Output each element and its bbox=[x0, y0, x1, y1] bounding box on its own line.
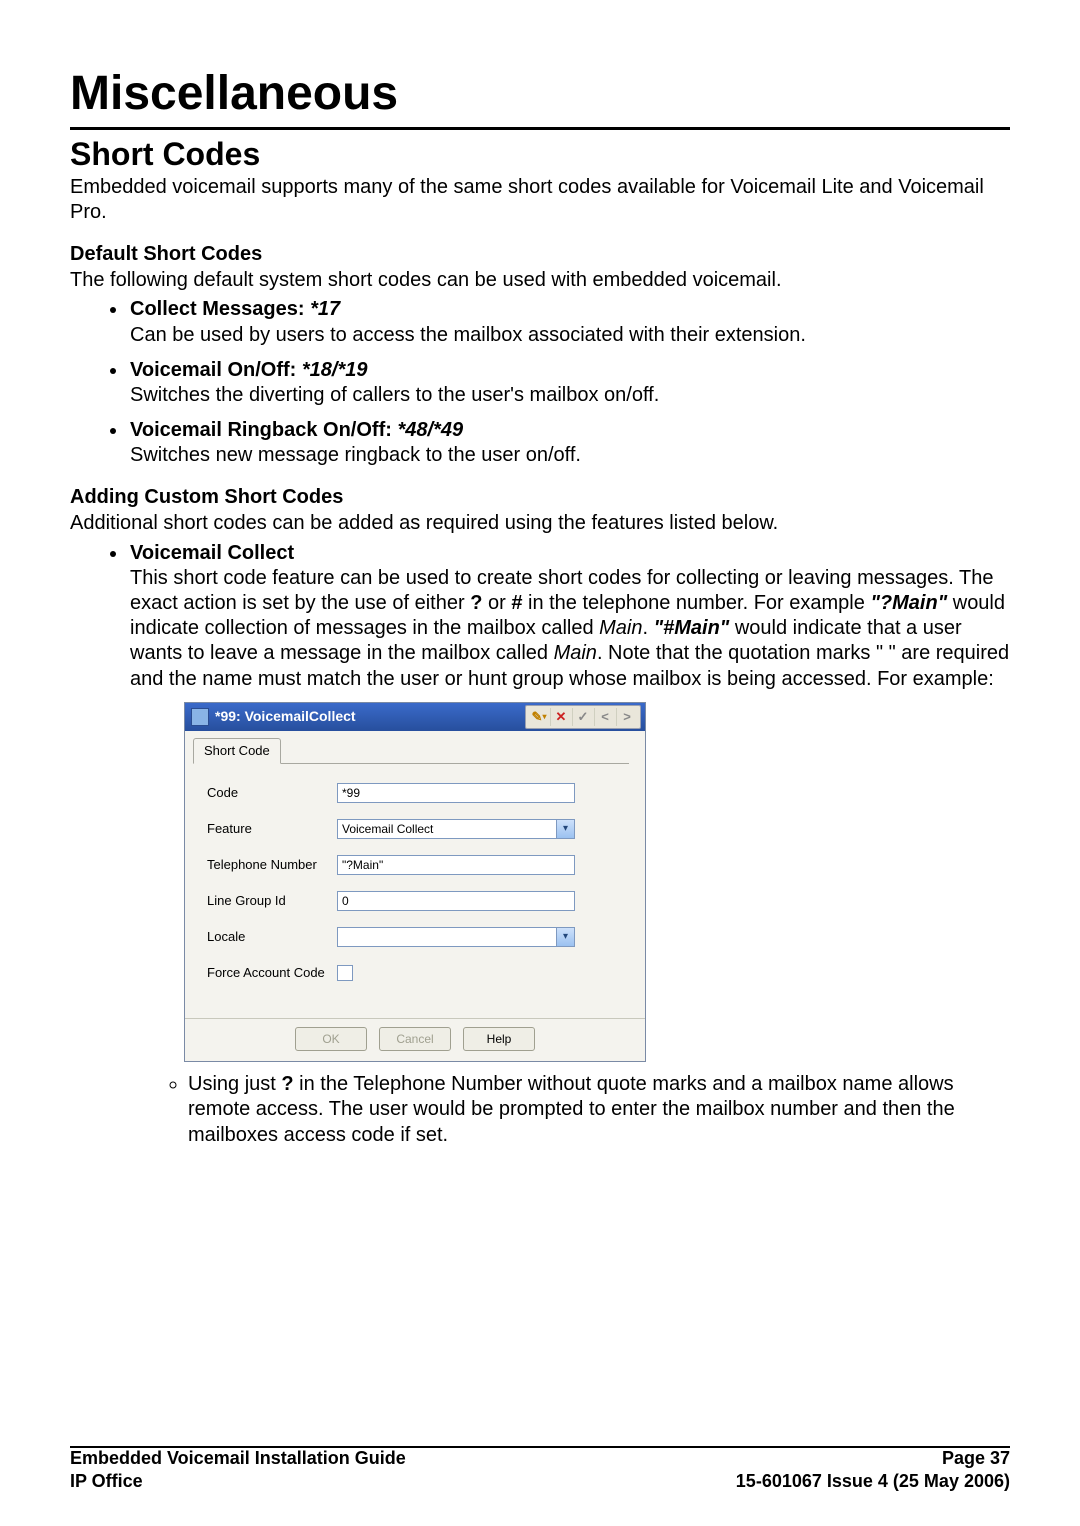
ok-button[interactable]: OK bbox=[295, 1027, 367, 1051]
subheading-default-codes: Default Short Codes bbox=[70, 243, 1010, 266]
section-title-h2: Short Codes bbox=[70, 136, 1010, 173]
default-codes-list: Collect Messages: *17 Can be used by use… bbox=[70, 297, 1010, 468]
feature-select[interactable]: Voicemail Collect ▾ bbox=[337, 819, 575, 839]
item-label: Collect Messages: bbox=[130, 298, 305, 320]
next-icon[interactable]: > bbox=[616, 708, 637, 726]
item-label: Voicemail Collect bbox=[130, 542, 294, 564]
list-item: Using just ? in the Telephone Number wit… bbox=[188, 1072, 1010, 1148]
list-item-voicemail-collect: Voicemail Collect This short code featur… bbox=[128, 541, 1010, 1148]
intro-paragraph: Embedded voicemail supports many of the … bbox=[70, 175, 1010, 225]
dialog-title: *99: VoicemailCollect bbox=[215, 708, 356, 726]
help-button[interactable]: Help bbox=[463, 1027, 535, 1051]
item-label: Voicemail Ringback On/Off: bbox=[130, 419, 392, 441]
item-label: Voicemail On/Off: bbox=[130, 359, 296, 381]
chevron-down-icon: ▾ bbox=[556, 928, 574, 946]
label-line-group-id: Line Group Id bbox=[207, 893, 337, 909]
subheading-custom-codes: Adding Custom Short Codes bbox=[70, 486, 1010, 509]
close-icon[interactable]: ✕ bbox=[550, 708, 571, 726]
short-code-dialog: *99: VoicemailCollect ✎▾ ✕ ✓ < > Short C… bbox=[184, 702, 646, 1062]
prev-icon[interactable]: < bbox=[594, 708, 615, 726]
label-code: Code bbox=[207, 785, 337, 801]
telephone-number-input[interactable] bbox=[337, 855, 575, 875]
chevron-down-icon: ▾ bbox=[556, 820, 574, 838]
tab-short-code[interactable]: Short Code bbox=[193, 738, 281, 764]
rule-under-h1 bbox=[70, 127, 1010, 130]
label-telephone-number: Telephone Number bbox=[207, 857, 337, 873]
label-feature: Feature bbox=[207, 821, 337, 837]
dialog-titlebar: *99: VoicemailCollect ✎▾ ✕ ✓ < > bbox=[185, 703, 645, 731]
item-code: *48/*49 bbox=[397, 419, 463, 441]
force-account-code-checkbox[interactable] bbox=[337, 965, 353, 981]
page-title-h1: Miscellaneous bbox=[70, 68, 1010, 121]
line-group-id-input[interactable] bbox=[337, 891, 575, 911]
dialog-form: Code Feature Voicemail Collect ▾ Telepho… bbox=[185, 764, 645, 1008]
default-intro: The following default system short codes… bbox=[70, 268, 1010, 293]
custom-intro: Additional short codes can be added as r… bbox=[70, 511, 1010, 536]
list-item: Voicemail On/Off: *18/*19 Switches the d… bbox=[128, 358, 1010, 408]
dialog-button-row: OK Cancel Help bbox=[185, 1018, 645, 1061]
toolbar: ✎▾ ✕ ✓ < > bbox=[525, 705, 641, 729]
sub-bullets: Using just ? in the Telephone Number wit… bbox=[130, 1072, 1010, 1148]
vm-collect-text: This short code feature can be used to c… bbox=[130, 567, 1009, 690]
custom-codes-list: Voicemail Collect This short code featur… bbox=[70, 541, 1010, 1148]
item-code: *17 bbox=[310, 298, 340, 320]
page: Miscellaneous Short Codes Embedded voice… bbox=[0, 0, 1080, 1526]
item-desc: Switches the diverting of callers to the… bbox=[130, 384, 659, 406]
label-force-account-code: Force Account Code bbox=[207, 966, 337, 980]
cancel-button[interactable]: Cancel bbox=[379, 1027, 451, 1051]
dialog-tabs: Short Code bbox=[185, 731, 645, 764]
list-item: Collect Messages: *17 Can be used by use… bbox=[128, 297, 1010, 347]
footer-left: Embedded Voicemail Installation Guide IP… bbox=[70, 1447, 406, 1492]
item-desc: Can be used by users to access the mailb… bbox=[130, 324, 806, 346]
footer-right: Page 37 15-601067 Issue 4 (25 May 2006) bbox=[736, 1447, 1010, 1492]
app-icon bbox=[191, 708, 209, 726]
page-footer: Embedded Voicemail Installation Guide IP… bbox=[70, 1447, 1010, 1492]
new-icon[interactable]: ✎▾ bbox=[529, 708, 549, 726]
code-input[interactable] bbox=[337, 783, 575, 803]
item-code: *18/*19 bbox=[302, 359, 368, 381]
list-item: Voicemail Ringback On/Off: *48/*49 Switc… bbox=[128, 418, 1010, 468]
label-locale: Locale bbox=[207, 929, 337, 945]
locale-select[interactable]: ▾ bbox=[337, 927, 575, 947]
item-desc: Switches new message ringback to the use… bbox=[130, 444, 581, 466]
check-icon[interactable]: ✓ bbox=[572, 708, 593, 726]
